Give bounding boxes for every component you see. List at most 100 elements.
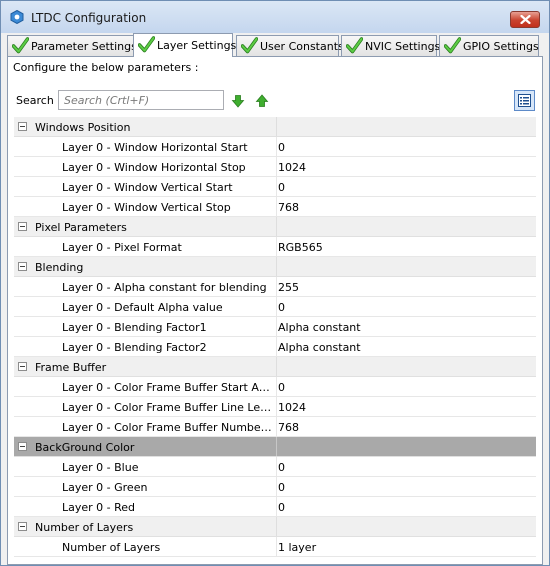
parameter-value[interactable]: 0 <box>278 381 285 394</box>
tab-label: User Constants <box>260 40 344 53</box>
parameter-row[interactable]: Layer 0 - Red 0 <box>14 497 536 517</box>
parameter-row[interactable]: Layer 0 - Color Frame Buffer Start Adres… <box>14 377 536 397</box>
column-divider <box>276 357 277 376</box>
group-header-blending[interactable]: Blending <box>14 257 536 277</box>
parameter-value[interactable]: 0 <box>278 501 285 514</box>
column-divider <box>276 197 277 216</box>
parameter-row[interactable]: Layer 0 - Green 0 <box>14 477 536 497</box>
parameter-row[interactable]: Layer 0 - Blue 0 <box>14 457 536 477</box>
parameter-name: Layer 0 - Green <box>62 481 148 494</box>
collapse-toggle-icon[interactable] <box>18 122 27 131</box>
column-divider <box>276 277 277 296</box>
group-header-frame-buffer[interactable]: Frame Buffer <box>14 357 536 377</box>
parameter-name: Layer 0 - Window Vertical Stop <box>62 201 231 214</box>
group-header-windows-position[interactable]: Windows Position <box>14 117 536 137</box>
green-check-icon <box>346 37 363 54</box>
collapse-toggle-icon[interactable] <box>18 442 27 451</box>
parameter-row[interactable]: Layer 0 - Color Frame Buffer Line Length… <box>14 397 536 417</box>
search-input[interactable] <box>58 90 224 110</box>
group-header-background-color[interactable]: BackGround Color <box>14 437 536 457</box>
parameter-row[interactable]: Layer 0 - Alpha constant for blending 255 <box>14 277 536 297</box>
parameter-name: Number of Layers <box>62 541 161 554</box>
column-divider <box>276 497 277 516</box>
parameter-value[interactable]: 768 <box>278 421 299 434</box>
parameter-row[interactable]: Layer 0 - Pixel Format RGB565 <box>14 237 536 257</box>
collapse-toggle-icon[interactable] <box>18 262 27 271</box>
close-button[interactable] <box>510 11 540 28</box>
parameter-value[interactable]: 0 <box>278 181 285 194</box>
search-label: Search : <box>16 94 61 107</box>
column-divider <box>276 517 277 536</box>
group-header-pixel-parameters[interactable]: Pixel Parameters <box>14 217 536 237</box>
parameter-name: Layer 0 - Window Vertical Start <box>62 181 233 194</box>
parameter-row[interactable]: Layer 0 - Window Horizontal Start 0 <box>14 137 536 157</box>
title-bar[interactable]: LTDC Configuration <box>1 1 549 33</box>
parameter-name: Layer 0 - Window Horizontal Stop <box>62 161 246 174</box>
tab-nvic-settings[interactable]: NVIC Settings <box>341 35 440 56</box>
column-divider <box>276 137 277 156</box>
group-name: Windows Position <box>35 121 131 134</box>
parameter-value[interactable]: 1024 <box>278 161 306 174</box>
parameter-name: Layer 0 - Color Frame Buffer Start Adres… <box>62 381 272 394</box>
parameter-name: Layer 0 - Alpha constant for blending <box>62 281 267 294</box>
parameter-value[interactable]: 0 <box>278 141 285 154</box>
tab-parameter-settings[interactable]: Parameter Settings <box>7 35 137 56</box>
group-header-number-of-layers[interactable]: Number of Layers <box>14 517 536 537</box>
parameter-row[interactable]: Layer 0 - Color Frame Buffer Number of L… <box>14 417 536 437</box>
parameter-name: Layer 0 - Color Frame Buffer Line Length… <box>62 401 272 414</box>
parameter-row[interactable]: Layer 0 - Blending Factor1 Alpha constant <box>14 317 536 337</box>
collapse-toggle-icon[interactable] <box>18 522 27 531</box>
app-icon <box>10 10 24 24</box>
tab-gpio-settings[interactable]: GPIO Settings <box>439 35 539 56</box>
list-view-button[interactable] <box>514 90 535 111</box>
parameter-value[interactable]: 0 <box>278 301 285 314</box>
group-name: BackGround Color <box>35 441 135 454</box>
parameter-value[interactable]: 255 <box>278 281 299 294</box>
column-divider <box>276 537 277 556</box>
parameter-value[interactable]: Alpha constant <box>278 341 361 354</box>
green-check-icon <box>444 37 461 54</box>
layer-settings-panel: Configure the below parameters : Search … <box>7 56 543 565</box>
column-divider <box>276 157 277 176</box>
parameter-name: Layer 0 - Blue <box>62 461 139 474</box>
parameter-name: Layer 0 - Red <box>62 501 136 514</box>
parameter-value[interactable]: 0 <box>278 481 285 494</box>
column-divider <box>276 117 277 136</box>
parameter-row[interactable]: Layer 0 - Blending Factor2 Alpha constant <box>14 337 536 357</box>
arrow-down-icon[interactable] <box>231 94 245 108</box>
tab-label: Layer Settings <box>157 39 237 52</box>
parameter-value[interactable]: 768 <box>278 201 299 214</box>
close-icon <box>520 15 531 24</box>
collapse-toggle-icon[interactable] <box>18 362 27 371</box>
tab-bar: Parameter Settings Layer Settings User Con… <box>7 33 547 57</box>
column-divider <box>276 237 277 256</box>
arrow-up-icon[interactable] <box>255 94 269 108</box>
group-name: Frame Buffer <box>35 361 107 374</box>
column-divider <box>276 417 277 436</box>
tab-label: GPIO Settings <box>463 40 539 53</box>
parameter-value[interactable]: Alpha constant <box>278 321 361 334</box>
green-check-icon <box>138 36 155 53</box>
parameter-row[interactable]: Layer 0 - Default Alpha value 0 <box>14 297 536 317</box>
parameter-row[interactable]: Layer 0 - Window Vertical Stop 768 <box>14 197 536 217</box>
parameter-value[interactable]: 0 <box>278 461 285 474</box>
parameter-name: Layer 0 - Color Frame Buffer Number of L… <box>62 421 272 434</box>
parameter-value[interactable]: RGB565 <box>278 241 323 254</box>
group-name: Number of Layers <box>35 521 134 534</box>
parameter-name: Layer 0 - Blending Factor2 <box>62 341 207 354</box>
tab-layer-settings[interactable]: Layer Settings <box>133 33 237 57</box>
collapse-toggle-icon[interactable] <box>18 222 27 231</box>
parameter-value[interactable]: 1024 <box>278 401 306 414</box>
parameter-value[interactable]: 1 layer <box>278 541 316 554</box>
ltdc-configuration-window: LTDC Configuration Parameter Settings Lay… <box>0 0 550 566</box>
tab-user-constants[interactable]: User Constants <box>236 35 344 56</box>
parameter-name: Layer 0 - Blending Factor1 <box>62 321 207 334</box>
parameter-row[interactable]: Number of Layers 1 layer <box>14 537 536 557</box>
window-title: LTDC Configuration <box>31 11 147 25</box>
parameter-row[interactable]: Layer 0 - Window Horizontal Stop 1024 <box>14 157 536 177</box>
parameter-row[interactable]: Layer 0 - Window Vertical Start 0 <box>14 177 536 197</box>
column-divider <box>276 317 277 336</box>
column-divider <box>276 297 277 316</box>
parameter-name: Layer 0 - Pixel Format <box>62 241 182 254</box>
list-view-icon <box>518 94 531 107</box>
